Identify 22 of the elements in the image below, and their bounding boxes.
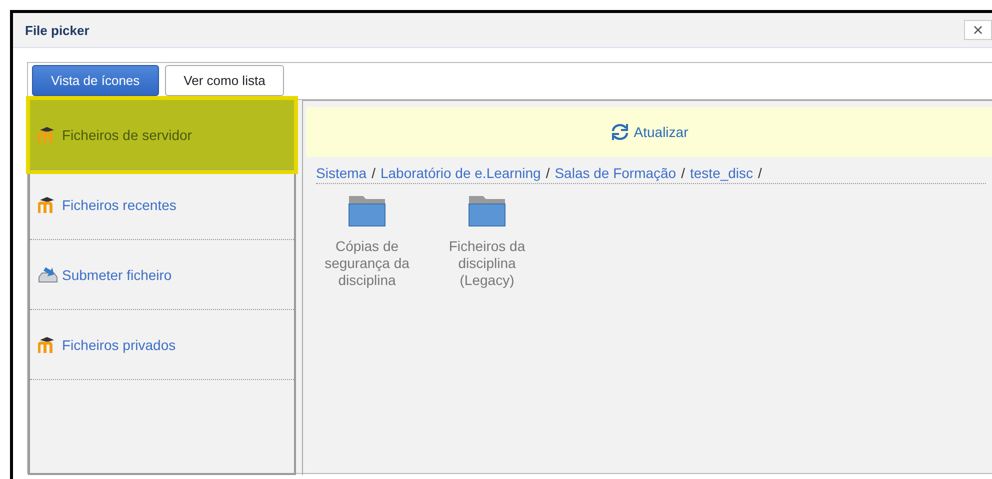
breadcrumb-separator: / [758,165,762,181]
refresh-button[interactable]: Atualizar [604,121,694,143]
folder-name[interactable]: Cópias de segurança da disciplina [316,238,418,289]
sidebar-item[interactable]: Ficheiros privados [30,310,294,380]
refresh-icon [610,122,630,142]
breadcrumb-link[interactable]: Sistema [316,165,367,181]
breadcrumb-separator: / [681,165,685,181]
sidebar-item[interactable]: Ficheiros recentes [30,170,294,240]
close-button[interactable]: × [964,20,992,40]
folder-icon[interactable] [467,194,507,228]
view-toggle-button[interactable]: Vista de ícones [32,65,159,96]
sidebar-item[interactable]: Submeter ficheiro [30,240,294,310]
upload-tray-icon [38,266,58,284]
breadcrumb-separator: / [372,165,376,181]
window-title: File picker [25,22,90,38]
breadcrumb-link[interactable]: Laboratório de e.Learning [380,165,541,181]
breadcrumb-link[interactable]: teste_disc [690,165,754,181]
folder-name[interactable]: Ficheiros da disciplina (Legacy) [436,238,538,289]
breadcrumb-separator: / [546,165,550,181]
folder-icon[interactable] [347,194,387,228]
breadcrumb-link[interactable]: Salas de Formação [554,165,676,181]
view-toggle-button[interactable]: Ver como lista [164,65,284,96]
